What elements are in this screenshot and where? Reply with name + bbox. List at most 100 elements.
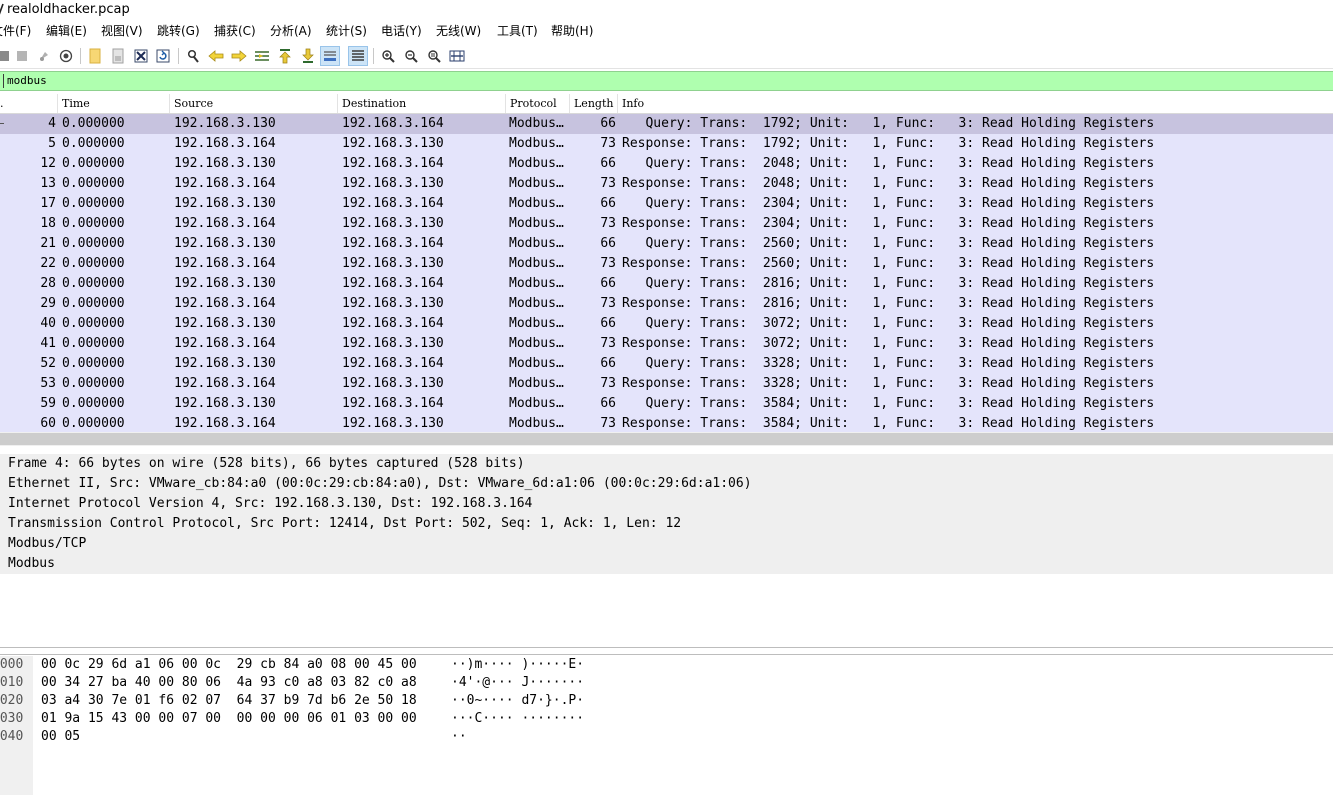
packet-number: 52 [40, 356, 56, 371]
packet-length: 73 [600, 376, 616, 391]
bytes-hex[interactable]: 00 34 27 ba 40 00 80 06 4a 93 c0 a8 03 8… [41, 674, 417, 692]
detail-modbus-tcp[interactable]: Modbus/TCP [0, 534, 1333, 554]
bytes-ascii[interactable]: ···C···· ········ [451, 710, 584, 728]
packet-number: 28 [40, 276, 56, 291]
menu-statistics[interactable]: 统计(S) [326, 20, 367, 42]
auto-scroll-icon[interactable] [320, 46, 340, 66]
zoom-in-icon[interactable] [378, 46, 398, 66]
menu-file[interactable]: 文件(F) [0, 20, 31, 42]
detail-ethernet[interactable]: Ethernet II, Src: VMware_cb:84:a0 (00:0c… [0, 474, 1333, 494]
packet-time: 0.000000 [62, 216, 125, 231]
colorize-packet-list-icon[interactable] [348, 46, 368, 66]
packet-source: 192.168.3.130 [174, 156, 276, 171]
packet-row[interactable]: 53 0.000000 192.168.3.164 192.168.3.130 Modb… [0, 374, 1333, 394]
resize-columns-icon[interactable] [447, 46, 467, 66]
packet-details-pane[interactable]: Frame 4: 66 bytes on wire (528 bits), 66… [0, 452, 1333, 646]
packet-row[interactable]: 18 0.000000 192.168.3.164 192.168.3.130 Modb… [0, 214, 1333, 234]
normal-size-icon[interactable] [424, 46, 444, 66]
menu-view[interactable]: 视图(V) [101, 20, 143, 42]
packet-row[interactable]: 21 0.000000 192.168.3.130 192.168.3.164 Modb… [0, 234, 1333, 254]
packet-info: Response: Trans: 3584; Unit: 1, Func: 3:… [622, 416, 1155, 431]
capture-record-icon[interactable] [56, 46, 76, 66]
packet-row[interactable]: 17 0.000000 192.168.3.130 192.168.3.164 Modb… [0, 194, 1333, 214]
go-forward-icon[interactable] [229, 46, 249, 66]
packet-row[interactable]: 5 0.000000 192.168.3.164 192.168.3.130 Modbu… [0, 134, 1333, 154]
column-header-destination[interactable]: Destination [338, 94, 506, 113]
detail-modbus[interactable]: Modbus [0, 554, 1333, 574]
packet-source: 192.168.3.164 [174, 216, 276, 231]
packet-destination: 192.168.3.164 [342, 316, 444, 331]
pane-splitter[interactable] [0, 647, 1333, 655]
packet-list-pane[interactable]: . Time Source Destination Protocol Lengt… [0, 94, 1333, 432]
go-last-packet-icon[interactable] [298, 46, 318, 66]
packet-destination: 192.168.3.164 [342, 356, 444, 371]
reload-file-icon[interactable] [153, 46, 173, 66]
scrollbar-thumb[interactable] [0, 433, 1333, 445]
bytes-hex[interactable]: 00 0c 29 6d a1 06 00 0c 29 cb 84 a0 08 0… [41, 656, 417, 674]
menu-edit[interactable]: 编辑(E) [46, 20, 87, 42]
zoom-out-icon[interactable] [401, 46, 421, 66]
packet-protocol: Modbus… [509, 116, 564, 131]
packet-info: Response: Trans: 2304; Unit: 1, Func: 3:… [622, 216, 1155, 231]
open-file-icon[interactable] [85, 46, 105, 66]
close-file-icon[interactable] [131, 46, 151, 66]
go-to-packet-icon[interactable] [252, 46, 272, 66]
packet-destination: 192.168.3.130 [342, 216, 444, 231]
find-packet-icon[interactable] [183, 46, 203, 66]
packet-row[interactable]: 52 0.000000 192.168.3.130 192.168.3.164 Modb… [0, 354, 1333, 374]
packet-bytes-pane[interactable]: 0000 00 0c 29 6d a1 06 00 0c 29 cb 84 a0… [0, 656, 1333, 795]
packet-row[interactable]: 41 0.000000 192.168.3.164 192.168.3.130 Modb… [0, 334, 1333, 354]
packet-row[interactable]: 12 0.000000 192.168.3.130 192.168.3.164 Modb… [0, 154, 1333, 174]
packet-row[interactable]: 59 0.000000 192.168.3.130 192.168.3.164 Modb… [0, 394, 1333, 414]
packet-info: Response: Trans: 2048; Unit: 1, Func: 3:… [622, 176, 1155, 191]
packet-row[interactable]: 4 0.000000 192.168.3.130 192.168.3.164 Modbu… [0, 114, 1333, 134]
column-header-time[interactable]: Time [58, 94, 170, 113]
column-header-no[interactable]: . [0, 94, 58, 113]
restart-capture-icon[interactable] [34, 46, 54, 66]
packet-row[interactable]: 22 0.000000 192.168.3.164 192.168.3.130 Modb… [0, 254, 1333, 274]
packet-number: 18 [40, 216, 56, 231]
packet-time: 0.000000 [62, 296, 125, 311]
packet-info: Response: Trans: 3072; Unit: 1, Func: 3:… [622, 336, 1155, 351]
bytes-ascii[interactable]: ··0~···· d7·}·.P· [451, 692, 584, 710]
bytes-ascii[interactable]: ·4'·@··· J······· [451, 674, 584, 692]
bytes-hex[interactable]: 00 05 [41, 728, 80, 746]
bytes-hex[interactable]: 03 a4 30 7e 01 f6 02 07 64 37 b9 7d b6 2… [41, 692, 417, 710]
go-back-icon[interactable] [206, 46, 226, 66]
detail-tcp[interactable]: Transmission Control Protocol, Src Port:… [0, 514, 1333, 534]
packet-row[interactable]: 13 0.000000 192.168.3.164 192.168.3.130 Modb… [0, 174, 1333, 194]
packet-length: 66 [600, 196, 616, 211]
packet-row[interactable]: 29 0.000000 192.168.3.164 192.168.3.130 Modb… [0, 294, 1333, 314]
column-header-length[interactable]: Length [570, 94, 618, 113]
bytes-ascii[interactable]: ·· [451, 728, 467, 746]
menu-telephony[interactable]: 电话(Y) [381, 20, 422, 42]
column-header-info[interactable]: Info [618, 94, 1333, 113]
menu-help[interactable]: 帮助(H) [551, 20, 593, 42]
display-filter-bar[interactable]: modbus [0, 71, 1333, 91]
packet-protocol: Modbus… [509, 356, 564, 371]
detail-frame[interactable]: Frame 4: 66 bytes on wire (528 bits), 66… [0, 454, 1333, 474]
packet-protocol: Modbus… [509, 216, 564, 231]
menu-tools[interactable]: 工具(T) [497, 20, 538, 42]
packet-number: 13 [40, 176, 56, 191]
packet-row[interactable]: 60 0.000000 192.168.3.164 192.168.3.130 Modb… [0, 414, 1333, 432]
menu-wireless[interactable]: 无线(W) [436, 20, 481, 42]
save-file-icon[interactable] [108, 46, 128, 66]
bytes-hex[interactable]: 01 9a 15 43 00 00 07 00 00 00 00 06 01 0… [41, 710, 417, 728]
bytes-ascii[interactable]: ··)m···· )·····E· [451, 656, 584, 674]
stop-capture-icon[interactable] [12, 46, 32, 66]
detail-ip[interactable]: Internet Protocol Version 4, Src: 192.16… [0, 494, 1333, 514]
column-header-protocol[interactable]: Protocol [506, 94, 570, 113]
menu-go[interactable]: 跳转(G) [157, 20, 200, 42]
packet-time: 0.000000 [62, 176, 125, 191]
packet-row[interactable]: 40 0.000000 192.168.3.130 192.168.3.164 Modb… [0, 314, 1333, 334]
packet-row[interactable]: 28 0.000000 192.168.3.130 192.168.3.164 Modb… [0, 274, 1333, 294]
menu-capture[interactable]: 捕获(C) [214, 20, 256, 42]
go-first-packet-icon[interactable] [275, 46, 295, 66]
menu-analyze[interactable]: 分析(A) [270, 20, 312, 42]
column-header-source[interactable]: Source [170, 94, 338, 113]
packet-list-horizontal-scrollbar[interactable] [0, 432, 1333, 446]
packet-source: 192.168.3.164 [174, 256, 276, 271]
display-filter-input[interactable]: modbus [7, 74, 47, 88]
packet-source: 192.168.3.164 [174, 136, 276, 151]
